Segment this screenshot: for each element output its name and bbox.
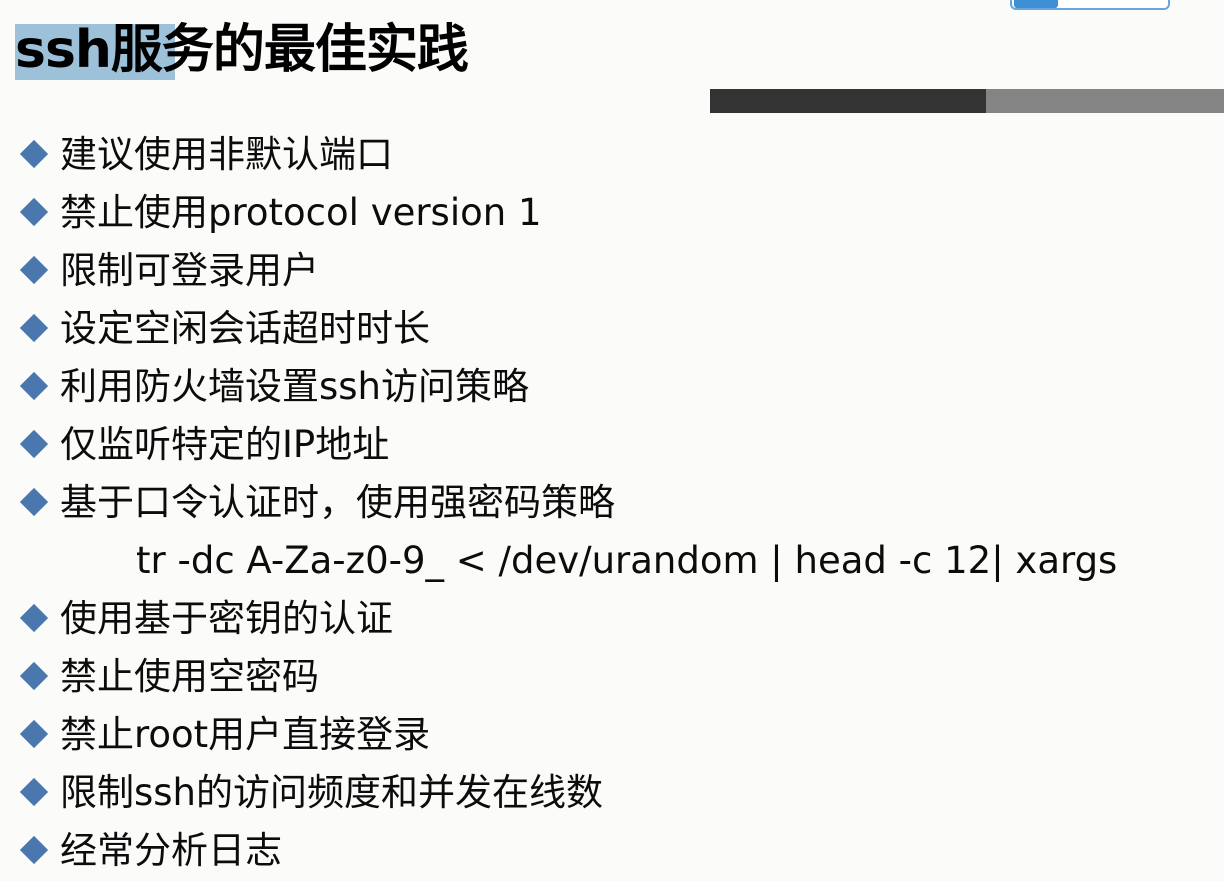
diamond-bullet-icon xyxy=(19,603,49,633)
list-item: 禁止使用protocol version 1 xyxy=(0,184,1224,242)
diamond-bullet-icon xyxy=(19,139,49,169)
bullet-text: 禁止root用户直接登录 xyxy=(60,713,431,756)
diamond-bullet-icon xyxy=(19,313,49,343)
bullet-text: 仅监听特定的IP地址 xyxy=(60,423,390,466)
diamond-bullet-icon xyxy=(19,661,49,691)
password-command-example: tr -dc A-Za-z0-9_ < /dev/urandom | head … xyxy=(136,539,1118,582)
list-item: 禁止root用户直接登录 xyxy=(0,706,1224,764)
bullet-text: 设定空闲会话超时时长 xyxy=(60,307,430,350)
list-item: 设定空闲会话超时时长 xyxy=(0,300,1224,358)
bullet-text: 限制ssh的访问频度和并发在线数 xyxy=(60,771,604,814)
list-item: 利用防火墙设置ssh访问策略 xyxy=(0,358,1224,416)
list-item: 限制可登录用户 xyxy=(0,242,1224,300)
bullet-text: 利用防火墙设置ssh访问策略 xyxy=(60,365,530,408)
list-item: 使用基于密钥的认证 xyxy=(0,590,1224,648)
list-item: 禁止使用空密码 xyxy=(0,648,1224,706)
top-tab-indicator-fill xyxy=(1014,0,1058,8)
bullet-text: 建议使用非默认端口 xyxy=(60,133,393,176)
code-example-row: tr -dc A-Za-z0-9_ < /dev/urandom | head … xyxy=(0,532,1224,590)
list-item: 建议使用非默认端口 xyxy=(0,126,1224,184)
bullet-text: 限制可登录用户 xyxy=(60,249,319,292)
bullet-text: 基于口令认证时，使用强密码策略 xyxy=(60,481,615,524)
bullet-text: 禁止使用protocol version 1 xyxy=(60,191,542,234)
bullet-text: 禁止使用空密码 xyxy=(60,655,319,698)
list-item: 仅监听特定的IP地址 xyxy=(0,416,1224,474)
slide-title: ssh服务的最佳实践 xyxy=(15,20,469,80)
list-item: 限制ssh的访问频度和并发在线数 xyxy=(0,764,1224,822)
bullet-text: 经常分析日志 xyxy=(60,829,282,872)
diamond-bullet-icon xyxy=(19,777,49,807)
bullet-text: 使用基于密钥的认证 xyxy=(60,597,393,640)
list-item: 基于口令认证时，使用强密码策略 xyxy=(0,474,1224,532)
diamond-bullet-icon xyxy=(19,197,49,227)
list-item: 经常分析日志 xyxy=(0,822,1224,880)
diamond-bullet-icon xyxy=(19,719,49,749)
top-tab-indicator xyxy=(1010,0,1170,10)
diamond-bullet-icon xyxy=(19,487,49,517)
bullet-list: 建议使用非默认端口 禁止使用protocol version 1 限制可登录用户… xyxy=(0,126,1224,880)
header-bar-dark xyxy=(710,89,986,113)
diamond-bullet-icon xyxy=(19,835,49,865)
diamond-bullet-icon xyxy=(19,255,49,285)
diamond-bullet-icon xyxy=(19,429,49,459)
diamond-bullet-icon xyxy=(19,371,49,401)
header-bar-light xyxy=(986,89,1224,113)
